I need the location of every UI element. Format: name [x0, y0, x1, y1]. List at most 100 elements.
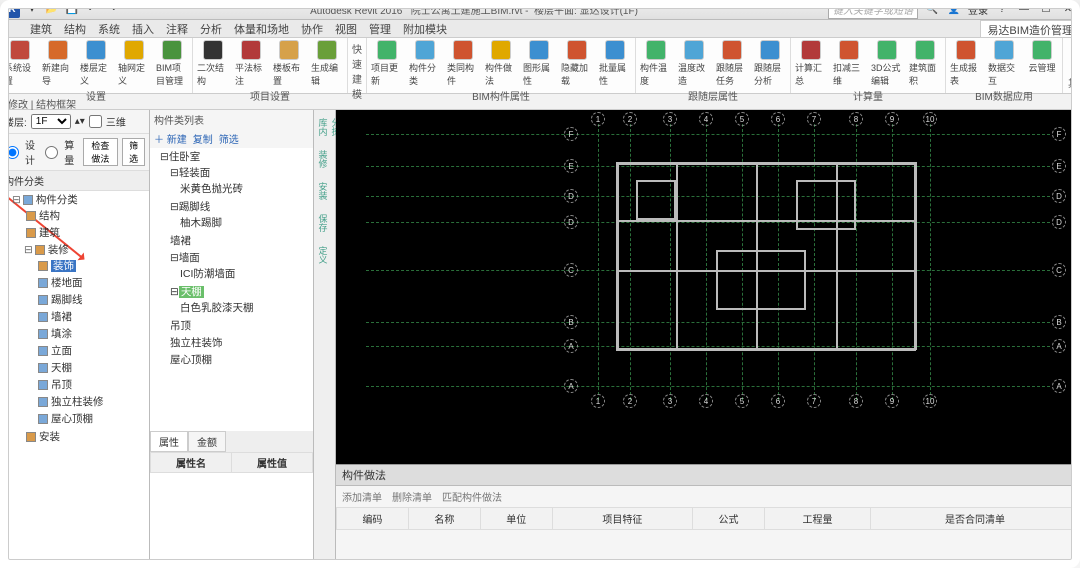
menu-tab[interactable]: 建筑: [24, 20, 58, 37]
tree-node[interactable]: ⊟构件分类 结构 建筑⊟装修 装饰 楼地面 踢脚线 墙裙 填涂 立面 天棚 吊顶…: [12, 191, 149, 446]
menu-dropdown-icon[interactable]: ▾: [24, 2, 40, 18]
close-icon[interactable]: ✕: [1060, 2, 1076, 18]
tree-node[interactable]: 装饰: [36, 257, 149, 274]
method-tool-button[interactable]: 添加清单: [342, 489, 382, 504]
tree-node[interactable]: ⊟住卧室⊟轻装面 米黄色抛光砖⊟踢脚线 柚木踢脚 墙裙⊟墙面 ICI防潮墙面⊟天…: [160, 148, 313, 369]
tree-node[interactable]: ⊟墙面 ICI防潮墙面: [170, 249, 313, 283]
menu-tab[interactable]: 附加模块: [397, 20, 453, 37]
tab-amount[interactable]: 金额: [188, 431, 226, 452]
tree-node[interactable]: 独立柱装修: [36, 393, 149, 410]
ribbon-button[interactable]: BIM项目管理: [156, 40, 188, 87]
tree-node[interactable]: 白色乳胶漆天棚: [180, 299, 313, 316]
ribbon-button[interactable]: 计算汇总: [795, 40, 827, 87]
ribbon-button[interactable]: 构件做法: [485, 40, 517, 87]
copy-component-button[interactable]: 复制: [193, 131, 213, 146]
tree-node[interactable]: 屋心顶棚: [36, 410, 149, 427]
ribbon-button[interactable]: 楼板布置: [273, 40, 305, 87]
ribbon-button[interactable]: 楼层定义: [80, 40, 112, 87]
ribbon-button[interactable]: 温度改造: [678, 40, 710, 87]
ribbon-button[interactable]: 批量属性: [599, 40, 631, 87]
method-tool-button[interactable]: 匹配构件做法: [442, 489, 502, 504]
vertical-tool-button[interactable]: 定义: [317, 242, 333, 268]
menu-tab[interactable]: 插入: [126, 20, 160, 37]
tree-node[interactable]: ⊟装修 装饰 楼地面 踢脚线 墙裙 填涂 立面 天棚 吊顶 独立柱装修 屋心顶棚: [24, 241, 149, 428]
floor-spin-icon[interactable]: ▴▾: [75, 116, 85, 127]
ribbon-button[interactable]: 生成编辑: [311, 40, 343, 87]
vertical-tool-button[interactable]: 库内分拣: [317, 114, 333, 140]
login-link[interactable]: 登录: [968, 2, 988, 17]
ribbon-button[interactable]: 跟随层分析: [754, 40, 786, 87]
tree-node[interactable]: 独立柱装饰: [170, 334, 313, 351]
ribbon-button[interactable]: 图形属性: [523, 40, 555, 87]
tree-node[interactable]: ⊟轻装面 米黄色抛光砖: [170, 164, 313, 198]
tree-node[interactable]: 踢脚线: [36, 291, 149, 308]
tree-toggle-icon[interactable]: ⊟: [170, 286, 179, 298]
tree-node[interactable]: 立面: [36, 342, 149, 359]
property-tabs[interactable]: 属性 金额: [150, 431, 313, 452]
ribbon-button[interactable]: 项目更新: [371, 40, 403, 87]
add-component-button[interactable]: ＋ 新建: [154, 131, 187, 146]
open-icon[interactable]: 📂: [44, 2, 60, 18]
tree-node[interactable]: ⊟天棚 白色乳胶漆天棚: [170, 283, 313, 317]
tree-node[interactable]: 墙裙: [170, 232, 313, 249]
search-input[interactable]: 键入关键字或短语: [828, 0, 918, 19]
undo-icon[interactable]: ↶: [84, 2, 100, 18]
vertical-tool-button[interactable]: 安装: [317, 178, 333, 204]
ribbon-button[interactable]: 3D公式编辑: [871, 40, 903, 87]
menu-tab[interactable]: 结构: [58, 20, 92, 37]
component-tree[interactable]: ⊟住卧室⊟轻装面 米黄色抛光砖⊟踢脚线 柚木踢脚 墙裙⊟墙面 ICI防潮墙面⊟天…: [150, 148, 313, 431]
menu-tab[interactable]: 管理: [363, 20, 397, 37]
ribbon-button[interactable]: 系统设置: [4, 40, 36, 87]
menu-tab[interactable]: 系统: [92, 20, 126, 37]
menu-tab[interactable]: 体量和场地: [228, 20, 295, 37]
tree-node[interactable]: 柚木踢脚: [180, 214, 313, 231]
ribbon-button[interactable]: 建筑面积: [909, 40, 941, 87]
ribbon-button[interactable]: 云管理: [1026, 40, 1058, 74]
tree-node[interactable]: 建筑: [24, 224, 149, 241]
minimize-icon[interactable]: —: [1016, 2, 1032, 18]
tree-node[interactable]: 吊顶: [170, 317, 313, 334]
ribbon-button[interactable]: 类同构件: [447, 40, 479, 87]
search-icon[interactable]: 🔍: [924, 2, 940, 18]
calc-radio[interactable]: [45, 146, 58, 159]
help-icon[interactable]: ?: [994, 2, 1010, 18]
menu-tab[interactable]: 注释: [160, 20, 194, 37]
vertical-tool-button[interactable]: 装修: [317, 146, 333, 172]
design-radio[interactable]: [6, 146, 19, 159]
tree-node[interactable]: ICI防潮墙面: [180, 265, 313, 282]
method-tool-button[interactable]: 删除清单: [392, 489, 432, 504]
ribbon-button[interactable]: 轴网定义: [118, 40, 150, 87]
ribbon-button[interactable]: 构件温度: [640, 40, 672, 87]
ribbon-button[interactable]: 隐藏加载: [561, 40, 593, 87]
save-icon[interactable]: 💾: [64, 2, 80, 18]
tree-node[interactable]: 吊顶: [36, 376, 149, 393]
ribbon-button[interactable]: 二次结构: [197, 40, 229, 87]
tree-node[interactable]: 安装: [24, 428, 149, 445]
menu-tabs[interactable]: 建筑结构系统插入注释分析体量和场地协作视图管理附加模块易达BIM造价管理: [0, 20, 1080, 38]
ribbon-button[interactable]: 数据交互: [988, 40, 1020, 87]
tree-node[interactable]: ⊟踢脚线 柚木踢脚: [170, 198, 313, 232]
menu-tab[interactable]: 分析: [194, 20, 228, 37]
ribbon-button[interactable]: 生成报表: [950, 40, 982, 87]
method-toolbar[interactable]: 添加清单删除清单匹配构件做法: [336, 486, 1080, 507]
tree-toggle-icon[interactable]: ⊟: [160, 151, 169, 163]
tree-toggle-icon[interactable]: ⊟: [12, 194, 21, 206]
menu-tab[interactable]: 协作: [295, 20, 329, 37]
ribbon-button[interactable]: 帮助: [1067, 40, 1080, 74]
tree-node[interactable]: 屋心顶棚: [170, 351, 313, 368]
ribbon-button[interactable]: 构件分类: [409, 40, 441, 87]
tree-toggle-icon[interactable]: ⊟: [24, 244, 33, 256]
ribbon-button[interactable]: 扣减三维: [833, 40, 865, 87]
menu-tab[interactable]: 视图: [329, 20, 363, 37]
tree-toggle-icon[interactable]: ⊟: [170, 167, 179, 179]
tree-node[interactable]: 天棚: [36, 359, 149, 376]
redo-icon[interactable]: ↷: [104, 2, 120, 18]
filter-component-button[interactable]: 筛选: [219, 131, 239, 146]
tree-node[interactable]: 楼地面: [36, 274, 149, 291]
tree-node[interactable]: 米黄色抛光砖: [180, 180, 313, 197]
ribbon-button[interactable]: 跟随层任务: [716, 40, 748, 87]
tree-node[interactable]: 结构: [24, 207, 149, 224]
maximize-icon[interactable]: ☐: [1038, 2, 1054, 18]
tree-node[interactable]: 填涂: [36, 325, 149, 342]
check-method-button[interactable]: 检查做法: [83, 138, 119, 166]
